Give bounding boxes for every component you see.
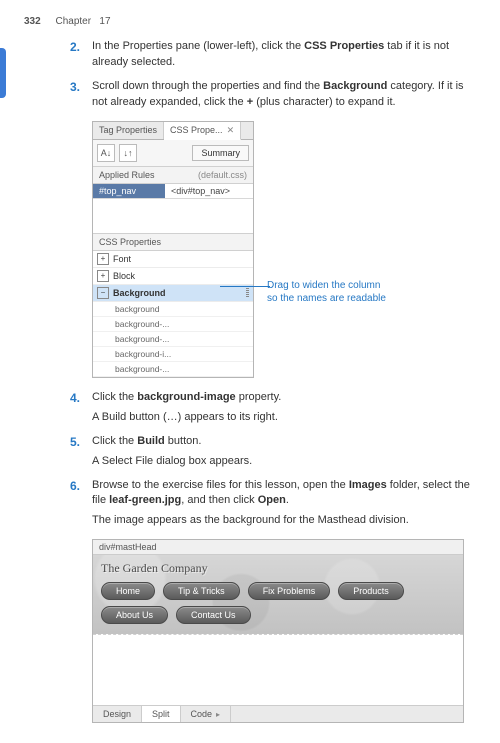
close-icon[interactable]: ✕ <box>227 125 235 135</box>
rule-name: #top_nav <box>93 184 165 198</box>
category-font[interactable]: + Font <box>93 251 253 268</box>
filter-button[interactable]: ↓↑ <box>119 144 137 162</box>
step-number: 6. <box>70 478 80 495</box>
view-code[interactable]: Code▸ <box>181 706 232 722</box>
view-mode-tabs: Design Split Code▸ <box>93 705 463 722</box>
nav-row-1: Home Tip & Tricks Fix Problems Products <box>97 582 459 606</box>
nav-about[interactable]: About Us <box>101 606 168 624</box>
property-row[interactable]: background <box>93 302 253 317</box>
page-number: 332 <box>24 16 41 27</box>
page-side-tab <box>0 48 6 98</box>
step-6: 6. Browse to the exercise files for this… <box>70 478 476 530</box>
step-number: 4. <box>70 390 80 407</box>
collapse-icon[interactable]: − <box>97 287 109 299</box>
step-number: 2. <box>70 39 80 56</box>
instruction-list-continued: 4. Click the background-image property. … <box>70 390 476 530</box>
view-design[interactable]: Design <box>93 706 142 722</box>
page-content-area <box>93 634 463 705</box>
summary-button[interactable]: Summary <box>192 145 249 161</box>
applied-rule-row[interactable]: #top_nav <div#top_nav> <box>93 184 253 199</box>
figure-css-properties-panel: Tag Properties CSS Prope...✕ A↓ ↓↑ Summa… <box>92 121 476 378</box>
step-4: 4. Click the background-image property. … <box>70 390 476 426</box>
nav-tips[interactable]: Tip & Tricks <box>163 582 240 600</box>
site-title: The Garden Company <box>97 559 459 582</box>
running-header: 332 Chapter 17 <box>24 16 476 27</box>
callout-text: Drag to widen the column so the names ar… <box>267 279 417 305</box>
nav-products[interactable]: Products <box>338 582 404 600</box>
step-5: 5. Click the Build button. A Select File… <box>70 434 476 470</box>
quick-tag-selector[interactable]: div#mastHead <box>93 540 463 555</box>
nav-home[interactable]: Home <box>101 582 155 600</box>
step-2: 2. In the Properties pane (lower-left), … <box>70 39 476 71</box>
step-3: 3. Scroll down through the properties an… <box>70 79 476 111</box>
expand-icon[interactable]: + <box>97 270 109 282</box>
instruction-list: 2. In the Properties pane (lower-left), … <box>70 39 476 111</box>
property-row[interactable]: background-... <box>93 332 253 347</box>
masthead-region: The Garden Company Home Tip & Tricks Fix… <box>93 555 463 634</box>
nav-fix[interactable]: Fix Problems <box>248 582 331 600</box>
property-row[interactable]: background-i... <box>93 347 253 362</box>
applied-rules-header: Applied Rules (default.css) <box>93 167 253 184</box>
figure-masthead-preview: div#mastHead The Garden Company Home Tip… <box>92 539 464 723</box>
category-block[interactable]: + Block <box>93 268 253 285</box>
view-split[interactable]: Split <box>142 706 181 722</box>
chevron-right-icon: ▸ <box>216 710 220 719</box>
css-properties-panel: Tag Properties CSS Prope...✕ A↓ ↓↑ Summa… <box>92 121 254 378</box>
rules-empty-area <box>93 199 253 234</box>
chapter-number: 17 <box>99 16 110 27</box>
rule-selector: <div#top_nav> <box>165 184 253 198</box>
chapter-label: Chapter <box>55 16 91 27</box>
property-row[interactable]: background-... <box>93 317 253 332</box>
expand-icon[interactable]: + <box>97 253 109 265</box>
property-row[interactable]: background-... <box>93 362 253 377</box>
panel-toolbar: A↓ ↓↑ Summary <box>93 140 253 167</box>
category-background[interactable]: − Background <box>93 285 253 302</box>
callout-leader-line <box>220 286 270 287</box>
nav-row-2: About Us Contact Us <box>97 606 459 630</box>
tab-tag-properties[interactable]: Tag Properties <box>93 122 164 139</box>
step-number: 5. <box>70 434 80 451</box>
column-resize-handle[interactable] <box>246 288 249 298</box>
step-number: 3. <box>70 79 80 96</box>
panel-tabs: Tag Properties CSS Prope...✕ <box>93 122 253 140</box>
tab-css-properties[interactable]: CSS Prope...✕ <box>164 122 241 140</box>
css-properties-header: CSS Properties <box>93 234 253 251</box>
nav-contact[interactable]: Contact Us <box>176 606 251 624</box>
sort-button[interactable]: A↓ <box>97 144 115 162</box>
